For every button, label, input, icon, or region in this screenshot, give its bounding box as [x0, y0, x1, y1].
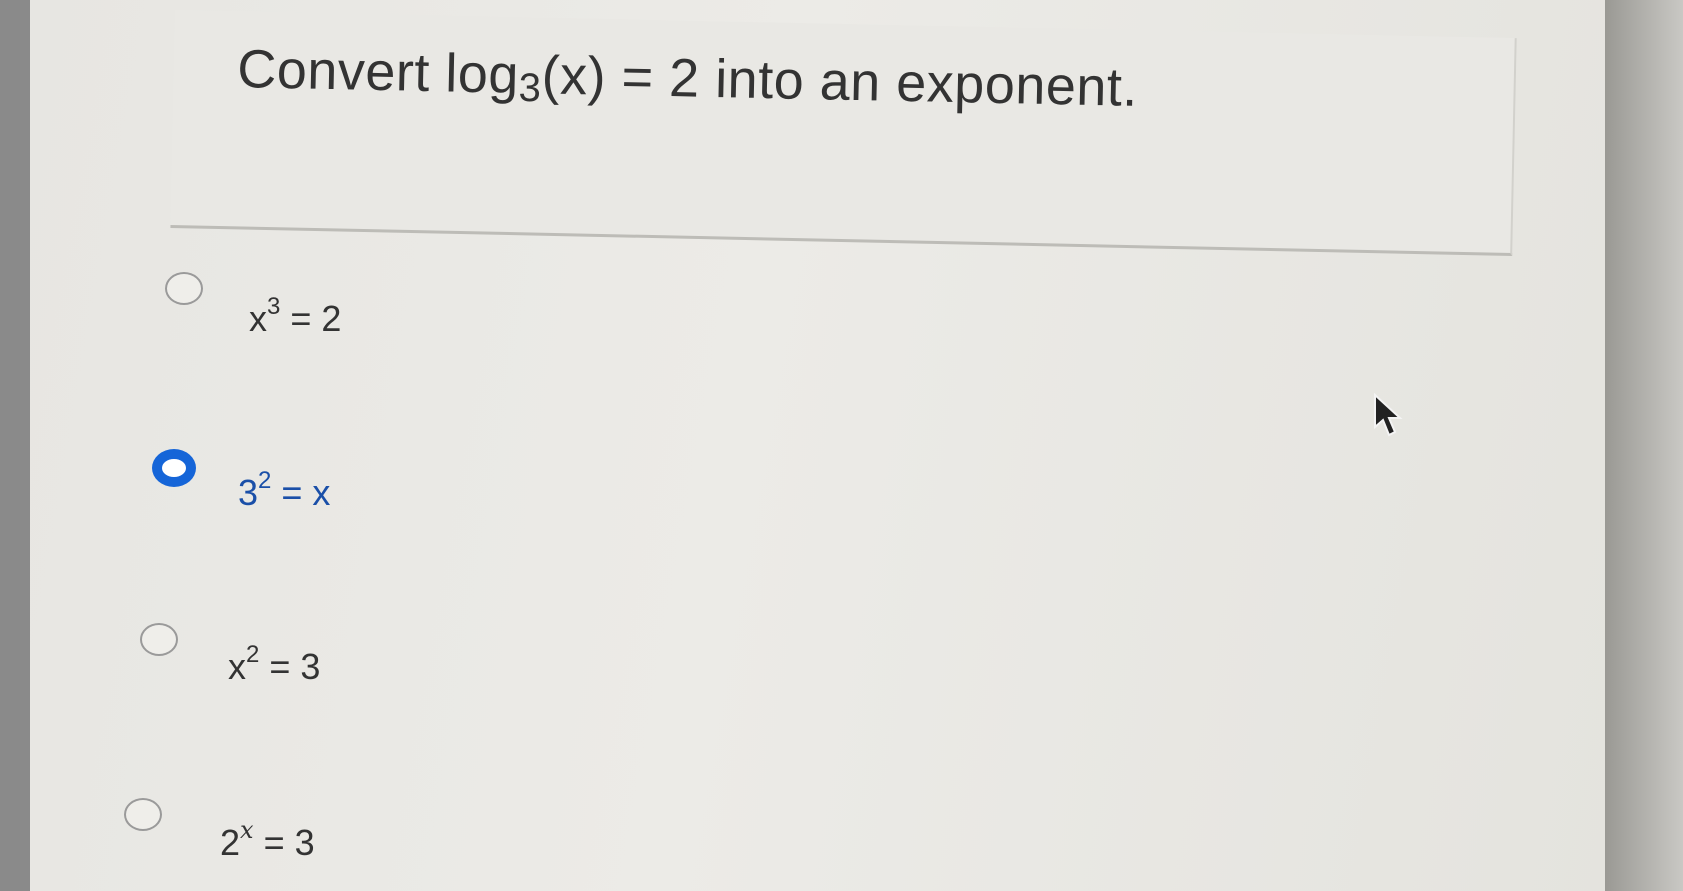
- option-label: 32 = x: [238, 467, 331, 514]
- option-rest: = 3: [259, 646, 321, 687]
- radio-button-selected[interactable]: [152, 448, 196, 487]
- option-exponent: 3: [267, 293, 281, 320]
- option-rest: = 3: [253, 822, 315, 863]
- option-base: x: [228, 646, 246, 687]
- radio-button[interactable]: [140, 622, 178, 656]
- question-prefix: Convert log: [236, 38, 520, 105]
- radio-button[interactable]: [165, 272, 203, 305]
- option-exponent: 2: [246, 641, 260, 668]
- option-exponent: 2: [258, 467, 272, 494]
- option-4[interactable]: 2x = 3: [124, 765, 315, 864]
- radio-button[interactable]: [124, 798, 162, 831]
- option-exponent: x: [240, 816, 254, 844]
- option-label: x3 = 2: [249, 293, 342, 340]
- option-base: 3: [238, 472, 259, 513]
- question-suffix: (x) = 2 into an exponent.: [541, 45, 1139, 118]
- option-rest: = x: [271, 472, 331, 513]
- mouse-pointer-icon: [1374, 393, 1403, 437]
- monitor-bezel: [1605, 0, 1683, 891]
- option-label: x2 = 3: [228, 641, 321, 688]
- option-3[interactable]: x2 = 3: [140, 590, 320, 688]
- option-rest: = 2: [280, 298, 342, 339]
- option-label: 2x = 3: [220, 816, 315, 864]
- option-base: 2: [220, 822, 241, 863]
- option-base: x: [249, 298, 267, 339]
- option-2[interactable]: 32 = x: [152, 421, 330, 514]
- log-base: 3: [518, 65, 542, 111]
- option-1[interactable]: x3 = 2: [165, 237, 341, 340]
